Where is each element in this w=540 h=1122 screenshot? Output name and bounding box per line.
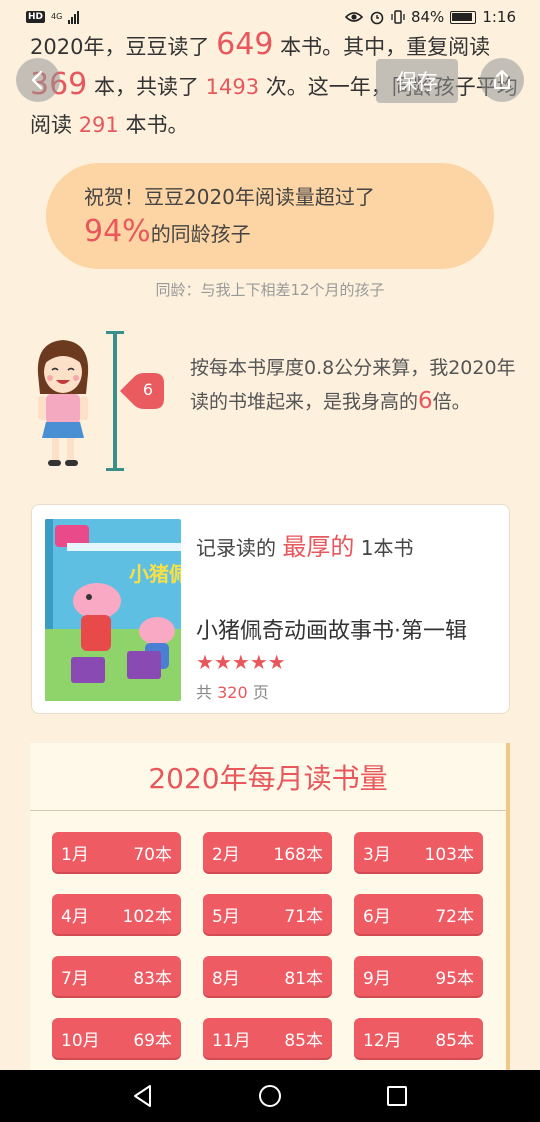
book-rating-stars: ★★★★★ xyxy=(196,650,286,674)
month-pill[interactable]: 5月 71本 xyxy=(203,894,332,934)
star-icon: ★ xyxy=(196,650,214,674)
peer-avg-value: 291 xyxy=(78,113,119,137)
month-pill[interactable]: 1月 70本 xyxy=(52,832,181,872)
back-button[interactable] xyxy=(16,58,60,102)
month-label: 8月 xyxy=(212,968,240,989)
book-heading-prefix: 记录读的 xyxy=(196,536,276,560)
month-pill[interactable]: 4月 102本 xyxy=(52,894,181,934)
month-count: 83本 xyxy=(133,968,172,989)
back-arrow-icon xyxy=(31,70,43,90)
save-button[interactable]: 保存 xyxy=(376,59,458,103)
congrats-bubble: 祝贺！豆豆2020年阅读量超过了 94%的同龄孩子 xyxy=(46,163,494,269)
month-label: 2月 xyxy=(212,844,240,865)
book-heading-suffix: 1本书 xyxy=(360,536,414,560)
system-nav-bar xyxy=(0,1070,540,1122)
height-pole xyxy=(113,331,117,470)
status-right: 84% 1:16 xyxy=(344,8,516,26)
thickest-book-heading: 记录读的 最厚的 1本书 xyxy=(196,527,413,562)
month-count: 81本 xyxy=(284,968,323,989)
star-icon: ★ xyxy=(213,650,232,674)
pages-prefix: 共 xyxy=(196,683,213,702)
month-count: 70本 xyxy=(133,844,172,865)
summary-text: 本，共读了 xyxy=(93,75,199,99)
month-count: 69本 xyxy=(133,1030,172,1051)
month-count: 102本 xyxy=(122,906,172,927)
month-label: 3月 xyxy=(363,844,391,865)
peer-definition-note: 同龄：与我上下相差12个月的孩子 xyxy=(155,281,385,299)
month-pill[interactable]: 8月 81本 xyxy=(203,956,332,996)
nav-home-icon[interactable] xyxy=(257,1083,283,1109)
summary-text: 本书。其中，重复阅读 xyxy=(280,35,491,59)
month-label: 4月 xyxy=(61,906,89,927)
battery-percent: 84% xyxy=(410,8,445,26)
month-label: 5月 xyxy=(212,906,240,927)
star-icon: ★ xyxy=(249,650,268,674)
month-label: 9月 xyxy=(363,968,391,989)
month-label: 10月 xyxy=(61,1030,100,1051)
signal-icon xyxy=(68,10,80,24)
book-pages: 共 320 页 xyxy=(196,679,269,703)
height-text-after: 倍。 xyxy=(432,391,471,413)
star-icon: ★ xyxy=(231,650,250,674)
battery-icon xyxy=(450,10,477,24)
hd-badge: HD xyxy=(26,11,46,23)
monthly-reading-panel: 2020年每月读书量 1月 70本 2月 168本 3月 103本 4月 102本 5月… xyxy=(30,743,510,1073)
pages-value: 320 xyxy=(217,683,248,702)
month-label: 1月 xyxy=(61,844,89,865)
nav-recent-icon[interactable] xyxy=(384,1083,410,1109)
height-pin-value: 6 xyxy=(142,380,154,399)
month-count: 72本 xyxy=(435,906,474,927)
month-label: 11月 xyxy=(212,1030,251,1051)
month-count: 71本 xyxy=(284,906,323,927)
height-stack-text: 按每本书厚度0.8公分来算，我2020年读的书堆起来，是我身高的6倍。 xyxy=(190,352,520,419)
month-pill[interactable]: 9月 95本 xyxy=(354,956,483,996)
summary-text: 2020年，豆豆读了 xyxy=(30,35,210,59)
month-label: 12月 xyxy=(363,1030,402,1051)
status-left: HD 4G xyxy=(26,10,80,24)
book-cover-title: 小猪佩奇 xyxy=(129,562,181,586)
month-pill[interactable]: 6月 72本 xyxy=(354,894,483,934)
month-count: 95本 xyxy=(435,968,474,989)
read-times-value: 1493 xyxy=(205,75,260,99)
month-count: 85本 xyxy=(284,1030,323,1051)
pages-suffix: 页 xyxy=(252,683,269,702)
month-grid: 1月 70本 2月 168本 3月 103本 4月 102本 5月 71本 6月 72本 7… xyxy=(52,832,492,1058)
congrats-percent: 94% xyxy=(84,214,151,249)
congrats-line: 祝贺！豆豆2020年阅读量超过了 xyxy=(84,185,375,209)
nav-back-icon[interactable] xyxy=(130,1083,156,1109)
height-times-value: 6 xyxy=(418,388,433,414)
book-heading-highlight: 最厚的 xyxy=(282,533,355,561)
book-title: 小猪佩奇动画故事书·第一辑 xyxy=(196,619,467,644)
month-pill[interactable]: 3月 103本 xyxy=(354,832,483,872)
alarm-icon xyxy=(370,11,384,25)
status-bar: HD 4G 84% 1:16 xyxy=(0,0,540,34)
month-pill[interactable]: 2月 168本 xyxy=(203,832,332,872)
month-label: 6月 xyxy=(363,906,391,927)
monthly-title: 2020年每月读书量 xyxy=(30,743,506,811)
month-count: 168本 xyxy=(273,844,323,865)
month-pill[interactable]: 7月 83本 xyxy=(52,956,181,996)
network-type: 4G xyxy=(51,12,63,21)
summary-text: 本书。 xyxy=(125,113,189,137)
month-count: 103本 xyxy=(424,844,474,865)
girl-illustration xyxy=(37,340,89,466)
share-icon xyxy=(494,70,510,89)
month-pill[interactable]: 10月 69本 xyxy=(52,1018,181,1058)
share-button[interactable] xyxy=(480,58,524,102)
eye-icon xyxy=(344,12,363,22)
month-count: 85本 xyxy=(435,1030,474,1051)
month-pill[interactable]: 11月 85本 xyxy=(203,1018,332,1058)
pole-bottom-cap xyxy=(106,468,124,471)
month-pill[interactable]: 12月 85本 xyxy=(354,1018,483,1058)
star-icon: ★ xyxy=(267,650,286,674)
clock: 1:16 xyxy=(482,8,516,26)
book-cover-image: 小猪佩奇 xyxy=(45,519,181,701)
congrats-result: 94%的同龄孩子 xyxy=(84,214,494,249)
thickest-book-card[interactable]: 小猪佩奇 记录读的 最厚的 1本书 小猪佩奇动画故事书·第一辑 ★★★★★ 共 … xyxy=(31,504,510,714)
congrats-tail: 的同龄孩子 xyxy=(150,222,251,246)
vibrate-icon xyxy=(391,10,405,24)
month-label: 7月 xyxy=(61,968,89,989)
